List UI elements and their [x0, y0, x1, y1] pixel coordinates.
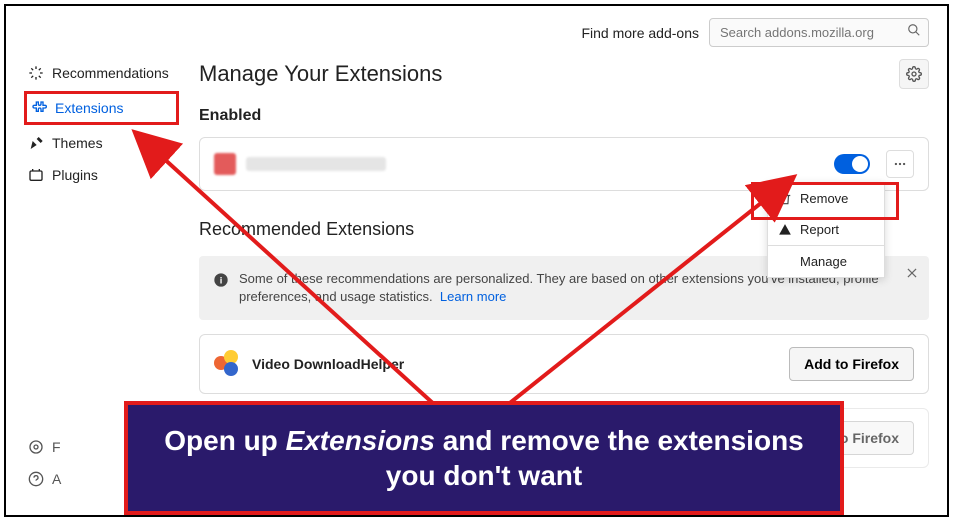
- learn-more-link[interactable]: Learn more: [440, 289, 506, 304]
- sidebar-item-label: Recommendations: [52, 65, 169, 81]
- close-icon: [905, 266, 919, 280]
- caption-part2: and remove the extensions you don't want: [386, 425, 804, 491]
- info-icon: i: [213, 272, 229, 306]
- recommended-row[interactable]: Video DownloadHelper Add to Firefox: [199, 334, 929, 394]
- menu-item-label: Remove: [800, 191, 848, 206]
- find-more-label: Find more add-ons: [581, 25, 699, 41]
- sidebar-bottom: F A: [24, 433, 65, 497]
- menu-item-label: Report: [800, 222, 839, 237]
- annotation-caption: Open up Extensions and remove the extens…: [124, 401, 844, 515]
- menu-item-label: Manage: [800, 254, 847, 269]
- page-title: Manage Your Extensions: [199, 61, 442, 87]
- recommended-icon: [214, 350, 242, 378]
- close-info-button[interactable]: [905, 266, 919, 285]
- context-menu: Remove Report Manage: [767, 182, 885, 278]
- menu-item-remove[interactable]: Remove: [768, 183, 884, 214]
- sidebar-item-label: Plugins: [52, 167, 98, 183]
- menu-item-manage[interactable]: Manage: [768, 245, 884, 277]
- top-bar: Find more add-ons: [24, 18, 929, 47]
- sidebar-item-label: Extensions: [55, 100, 123, 116]
- sidebar-item-label: Themes: [52, 135, 103, 151]
- search-input[interactable]: [709, 18, 929, 47]
- extension-toggle[interactable]: [834, 154, 870, 174]
- trash-icon: [778, 192, 792, 206]
- sidebar-item-recommendations[interactable]: Recommendations: [24, 59, 179, 87]
- svg-text:i: i: [220, 275, 223, 285]
- more-options-button[interactable]: [886, 150, 914, 178]
- sidebar-item-plugins[interactable]: Plugins: [24, 161, 179, 189]
- search-wrap: [709, 18, 929, 47]
- sidebar-item-themes[interactable]: Themes: [24, 129, 179, 157]
- add-to-firefox-button[interactable]: Add to Firefox: [789, 347, 914, 381]
- extension-icon: [214, 153, 236, 175]
- enabled-heading: Enabled: [199, 107, 929, 125]
- caption-part1: Open up: [164, 425, 285, 456]
- settings-button[interactable]: [899, 59, 929, 89]
- sidebar-item-extensions[interactable]: Extensions: [24, 91, 179, 125]
- sidebar-item-firefox-settings[interactable]: F: [24, 433, 65, 461]
- search-icon: [907, 23, 921, 42]
- sidebar-item-label: F: [52, 439, 61, 455]
- menu-item-report[interactable]: Report: [768, 214, 884, 245]
- recommended-name: Video DownloadHelper: [252, 356, 404, 372]
- warning-icon: [778, 223, 792, 237]
- gear-icon: [906, 66, 922, 82]
- sidebar-item-label: A: [52, 471, 61, 487]
- sidebar-item-addon-support[interactable]: A: [24, 465, 65, 493]
- caption-em: Extensions: [286, 425, 435, 456]
- extension-name-redacted: [246, 157, 386, 171]
- dots-icon: [893, 157, 907, 171]
